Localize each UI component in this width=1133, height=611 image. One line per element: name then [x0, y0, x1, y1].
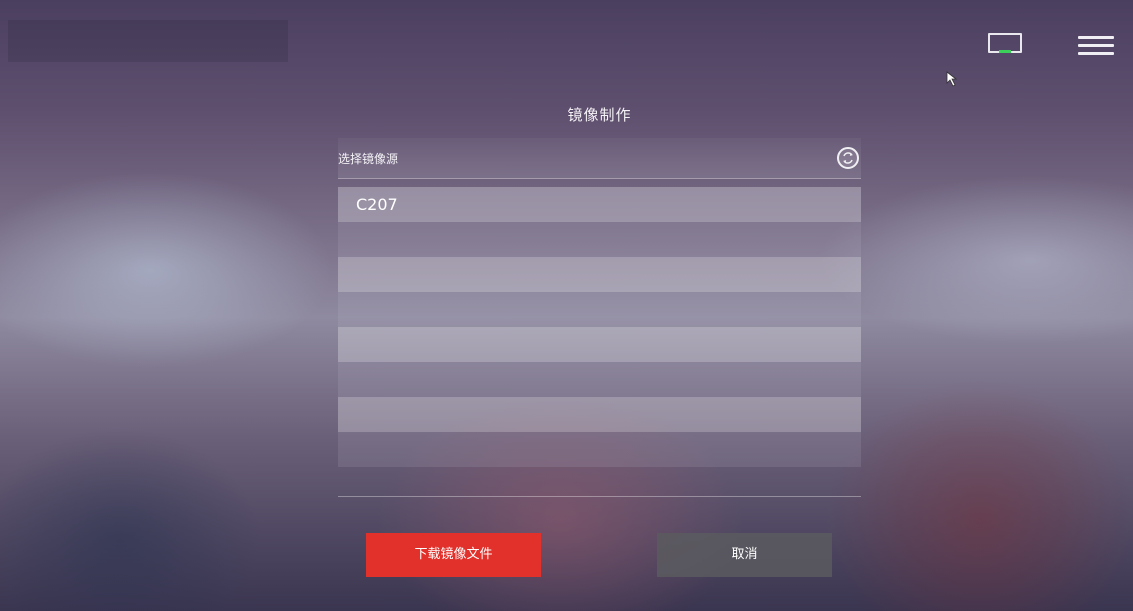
source-select-row[interactable]: 选择镜像源 — [338, 138, 861, 179]
top-left-strip — [8, 20, 288, 62]
list-item[interactable] — [338, 292, 861, 327]
screen-background: 镜像制作 选择镜像源 C207 下载镜像文件 取消 — [0, 0, 1133, 611]
list-item[interactable]: C207 — [338, 187, 861, 222]
monitor-icon[interactable] — [988, 33, 1022, 53]
hamburger-menu-icon[interactable] — [1078, 36, 1114, 56]
divider — [338, 496, 861, 497]
status-indicator — [999, 50, 1011, 53]
list-item[interactable] — [338, 222, 861, 257]
list-item[interactable] — [338, 327, 861, 362]
list-item[interactable] — [338, 257, 861, 292]
list-item[interactable] — [338, 397, 861, 432]
source-label: 选择镜像源 — [338, 152, 399, 166]
mouse-cursor-icon — [946, 71, 958, 87]
cancel-button[interactable]: 取消 — [657, 533, 832, 577]
refresh-icon[interactable] — [837, 147, 859, 169]
image-source-list: C207 — [338, 187, 861, 467]
list-item[interactable] — [338, 362, 861, 397]
download-image-button[interactable]: 下载镜像文件 — [366, 533, 541, 577]
dialog-title: 镜像制作 — [567, 106, 632, 124]
list-item[interactable] — [338, 432, 861, 467]
